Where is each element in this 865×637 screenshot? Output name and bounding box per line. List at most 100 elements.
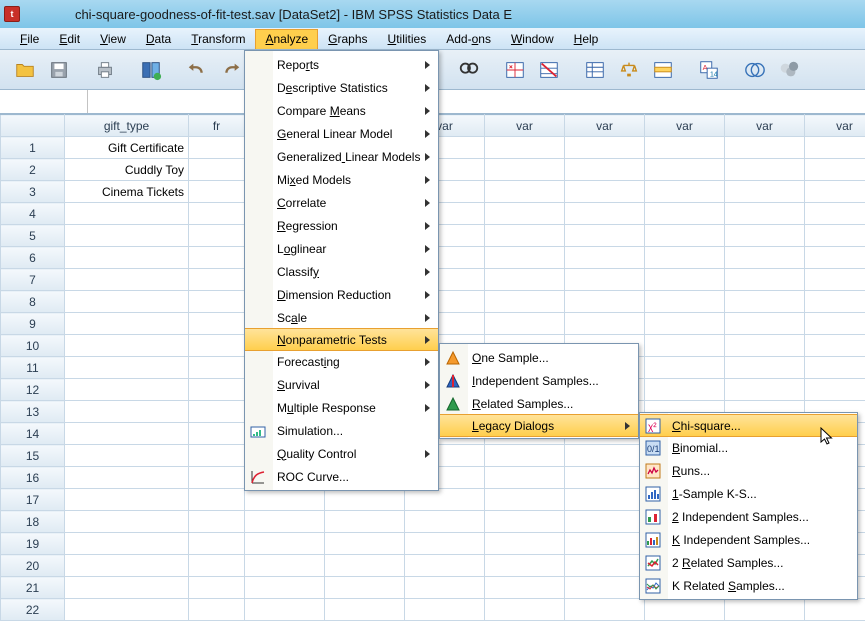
grid-cell[interactable] — [189, 203, 245, 225]
row-header[interactable]: 22 — [1, 599, 65, 621]
menu-view[interactable]: View — [90, 29, 136, 49]
grid-cell[interactable] — [189, 313, 245, 335]
grid-cell[interactable] — [65, 445, 189, 467]
grid-cell[interactable] — [325, 577, 405, 599]
open-button[interactable] — [10, 55, 40, 85]
row-header[interactable]: 17 — [1, 489, 65, 511]
grid-cell[interactable]: Cuddly Toy — [65, 159, 189, 181]
legacy-item-chi-square[interactable]: χ²Chi-square... — [640, 414, 857, 437]
use-sets-button[interactable] — [740, 55, 770, 85]
grid-cell[interactable] — [645, 247, 725, 269]
grid-cell[interactable] — [189, 555, 245, 577]
grid-cell[interactable] — [189, 137, 245, 159]
save-button[interactable] — [44, 55, 74, 85]
grid-cell[interactable] — [645, 335, 725, 357]
grid-cell[interactable] — [485, 313, 565, 335]
grid-cell[interactable] — [565, 489, 645, 511]
legacy-item-runs[interactable]: Runs... — [640, 459, 857, 482]
grid-cell[interactable] — [189, 291, 245, 313]
grid-cell[interactable] — [245, 533, 325, 555]
analyze-item-dimension-reduction[interactable]: Dimension Reduction — [245, 283, 438, 306]
grid-cell[interactable] — [645, 159, 725, 181]
value-labels-button[interactable] — [580, 55, 610, 85]
grid-cell[interactable] — [565, 313, 645, 335]
row-header[interactable]: 13 — [1, 401, 65, 423]
grid-cell[interactable] — [325, 533, 405, 555]
grid-cell[interactable] — [565, 203, 645, 225]
analyze-item-descriptive-statistics[interactable]: Descriptive Statistics — [245, 76, 438, 99]
grid-cell[interactable] — [645, 181, 725, 203]
grid-cell[interactable] — [65, 335, 189, 357]
analyze-item-quality-control[interactable]: Quality Control — [245, 442, 438, 465]
row-header[interactable]: 6 — [1, 247, 65, 269]
grid-cell[interactable] — [485, 489, 565, 511]
grid-cell[interactable] — [485, 181, 565, 203]
grid-cell[interactable] — [645, 357, 725, 379]
nonparam-item-independent-samples[interactable]: Independent Samples... — [440, 369, 638, 392]
insert-cases-button[interactable] — [648, 55, 678, 85]
grid-cell[interactable] — [565, 577, 645, 599]
grid-cell[interactable] — [189, 335, 245, 357]
grid-cell[interactable] — [189, 467, 245, 489]
grid-cell[interactable] — [725, 203, 805, 225]
grid-cell[interactable] — [189, 159, 245, 181]
grid-cell[interactable] — [565, 291, 645, 313]
grid-cell[interactable] — [485, 247, 565, 269]
grid-cell[interactable] — [725, 599, 805, 621]
grid-cell[interactable] — [189, 269, 245, 291]
grid-cell[interactable] — [485, 577, 565, 599]
row-header[interactable]: 4 — [1, 203, 65, 225]
row-header[interactable]: 10 — [1, 335, 65, 357]
grid-cell[interactable] — [65, 291, 189, 313]
col-var[interactable]: var — [725, 115, 805, 137]
grid-cell[interactable] — [65, 423, 189, 445]
grid-cell[interactable] — [805, 181, 865, 203]
analyze-item-nonparametric-tests[interactable]: Nonparametric Tests — [245, 328, 438, 351]
menu-addons[interactable]: Add-ons — [436, 29, 501, 49]
grid-cell[interactable] — [189, 599, 245, 621]
recall-dialog-button[interactable] — [136, 55, 166, 85]
grid-cell[interactable] — [405, 511, 485, 533]
grid-cell[interactable] — [565, 555, 645, 577]
legacy-item-2-independent-samples[interactable]: 2 Independent Samples... — [640, 505, 857, 528]
grid-cell[interactable] — [245, 599, 325, 621]
grid-cell[interactable] — [65, 533, 189, 555]
grid-cell[interactable] — [805, 379, 865, 401]
legacy-item-k-related-samples[interactable]: K Related Samples... — [640, 574, 857, 597]
grid-cell[interactable]: Gift Certificate — [65, 137, 189, 159]
grid-cell[interactable] — [485, 291, 565, 313]
grid-cell[interactable] — [65, 379, 189, 401]
undo-button[interactable] — [182, 55, 212, 85]
grid-cell[interactable] — [189, 357, 245, 379]
legacy-item-k-independent-samples[interactable]: K Independent Samples... — [640, 528, 857, 551]
grid-cell[interactable] — [805, 335, 865, 357]
grid-cell[interactable] — [189, 445, 245, 467]
menu-window[interactable]: Window — [501, 29, 564, 49]
grid-cell[interactable] — [65, 247, 189, 269]
nonparam-item-one-sample[interactable]: One Sample... — [440, 346, 638, 369]
name-box[interactable] — [0, 90, 88, 113]
grid-cell[interactable] — [245, 511, 325, 533]
grid-cell[interactable] — [725, 313, 805, 335]
row-header[interactable]: 18 — [1, 511, 65, 533]
grid-cell[interactable] — [189, 533, 245, 555]
grid-cell[interactable] — [65, 313, 189, 335]
analyze-item-classify[interactable]: Classify — [245, 260, 438, 283]
grid-cell[interactable] — [565, 533, 645, 555]
menu-transform[interactable]: Transform — [181, 29, 255, 49]
analyze-item-loglinear[interactable]: Loglinear — [245, 237, 438, 260]
grid-cell[interactable] — [725, 137, 805, 159]
row-header[interactable]: 11 — [1, 357, 65, 379]
grid-cell[interactable] — [189, 247, 245, 269]
grid-cell[interactable] — [189, 489, 245, 511]
analyze-item-survival[interactable]: Survival — [245, 373, 438, 396]
analyze-item-scale[interactable]: Scale — [245, 306, 438, 329]
menu-data[interactable]: Data — [136, 29, 181, 49]
grid-cell[interactable] — [805, 159, 865, 181]
grid-cell[interactable] — [725, 225, 805, 247]
grid-cell[interactable] — [189, 511, 245, 533]
grid-cell[interactable] — [645, 203, 725, 225]
grid-cell[interactable] — [725, 291, 805, 313]
grid-cell[interactable] — [485, 467, 565, 489]
row-header[interactable]: 19 — [1, 533, 65, 555]
